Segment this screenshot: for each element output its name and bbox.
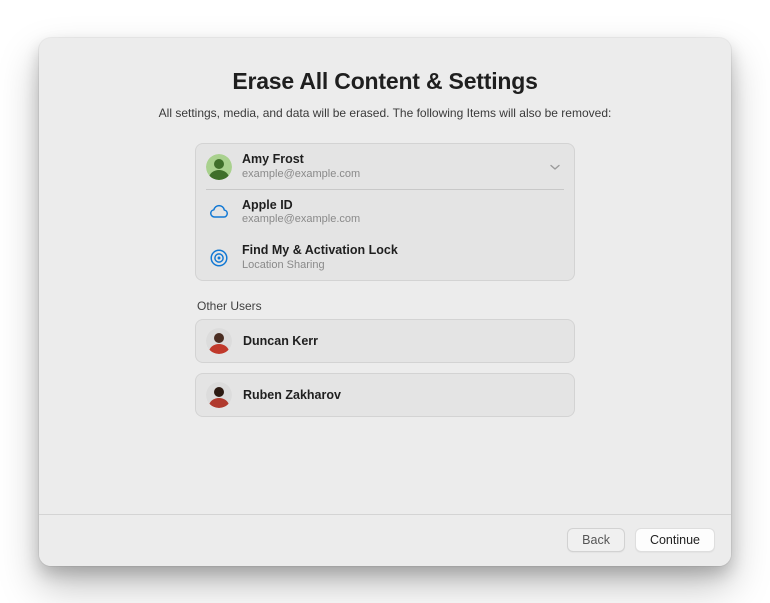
other-user-row: Duncan Kerr	[195, 319, 575, 363]
avatar	[206, 328, 232, 354]
find-my-row: Find My & Activation Lock Location Shari…	[196, 235, 574, 280]
avatar	[206, 382, 232, 408]
footer-bar: Back Continue	[39, 514, 731, 566]
other-users-label: Other Users	[197, 299, 575, 313]
apple-id-text: Apple ID example@example.com	[242, 198, 360, 227]
apple-id-row: Apple ID example@example.com	[196, 190, 574, 235]
page-title: Erase All Content & Settings	[39, 68, 731, 95]
content-area: Erase All Content & Settings All setting…	[39, 38, 731, 514]
primary-user-text: Amy Frost example@example.com	[242, 152, 360, 181]
other-user-name: Duncan Kerr	[243, 334, 318, 348]
erase-assistant-window: Erase All Content & Settings All setting…	[39, 38, 731, 566]
other-user-name: Ruben Zakharov	[243, 388, 341, 402]
apple-id-title: Apple ID	[242, 198, 360, 214]
find-my-text: Find My & Activation Lock Location Shari…	[242, 243, 398, 272]
icloud-icon	[206, 199, 232, 225]
page-subtitle: All settings, media, and data will be er…	[135, 105, 635, 122]
find-my-subtitle: Location Sharing	[242, 259, 398, 273]
apple-id-subtitle: example@example.com	[242, 213, 360, 227]
primary-user-email: example@example.com	[242, 168, 360, 182]
findmy-icon	[206, 245, 232, 271]
other-user-row: Ruben Zakharov	[195, 373, 575, 417]
items-column: Amy Frost example@example.com Apple I	[195, 143, 575, 417]
continue-button[interactable]: Continue	[635, 528, 715, 552]
back-button[interactable]: Back	[567, 528, 625, 552]
chevron-down-icon	[548, 160, 562, 174]
primary-user-name: Amy Frost	[242, 152, 360, 168]
primary-account-card: Amy Frost example@example.com Apple I	[195, 143, 575, 281]
find-my-title: Find My & Activation Lock	[242, 243, 398, 259]
avatar	[206, 154, 232, 180]
primary-user-row[interactable]: Amy Frost example@example.com	[196, 144, 574, 189]
